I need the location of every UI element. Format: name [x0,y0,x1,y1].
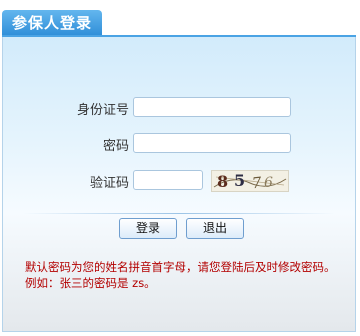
password-input[interactable] [133,133,291,153]
captcha-input[interactable] [133,170,203,190]
captcha-image[interactable]: 8 5 7 6 8576 [211,170,289,192]
login-button[interactable]: 登录 [119,218,177,239]
password-label: 密码 [102,139,129,154]
id-number-label: 身份证号 [76,103,129,118]
password-hint-line1: 默认密码为您的姓名拼音首字母，请您登陆后及时修改密码。 [25,260,336,274]
login-panel: 参保人登录 身份证号 密码 验证码 8 5 7 6 8576 登录 退出 默认密… [2,10,356,332]
login-tab-title: 参保人登录 [2,10,102,36]
password-hint-line2: 例如：张三的密码是 zs。 [25,276,156,290]
svg-text:6: 6 [264,175,273,191]
exit-button[interactable]: 退出 [186,218,244,239]
svg-text:7: 7 [251,173,263,191]
id-number-input[interactable] [133,97,291,117]
form-divider [23,213,335,214]
login-form-box: 身份证号 密码 验证码 8 5 7 6 8576 登录 退出 默认密码为您的姓名… [2,37,356,332]
captcha-label: 验证码 [89,176,129,191]
svg-text:8: 8 [217,172,228,191]
svg-text:5: 5 [234,171,245,190]
